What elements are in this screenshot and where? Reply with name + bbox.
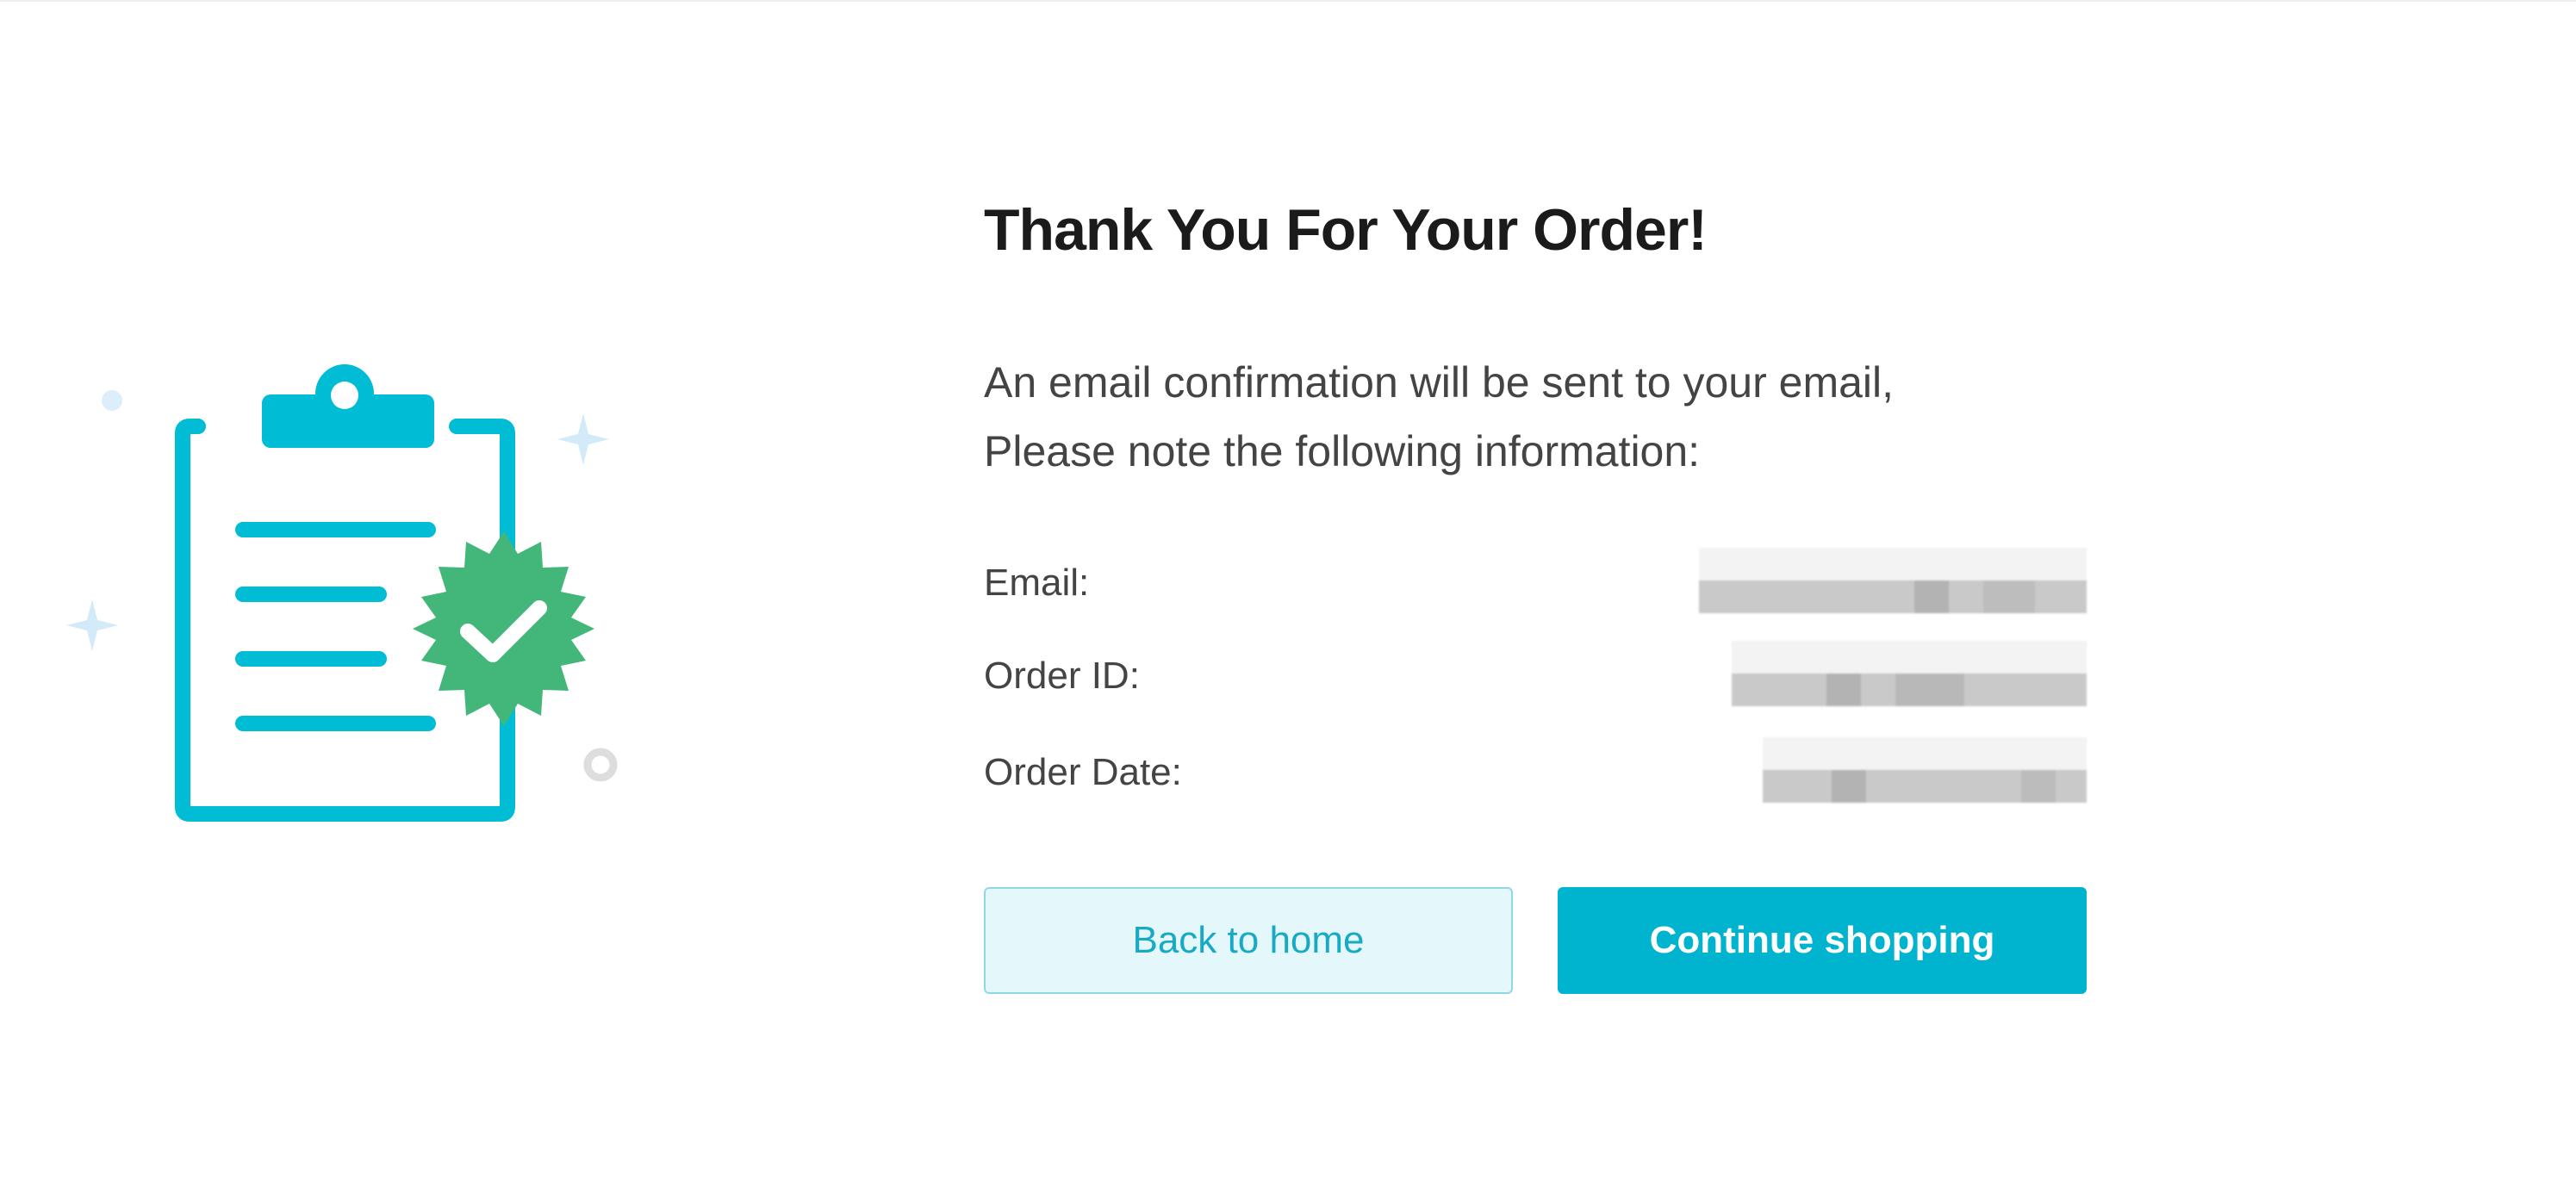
confirmation-message: An email confirmation will be sent to yo… [984, 348, 1894, 486]
order-date-row: Order Date: [984, 737, 2087, 806]
back-to-home-button[interactable]: Back to home [984, 887, 1513, 994]
order-date-value-redacted [1763, 737, 2087, 803]
order-id-value-redacted [1732, 641, 2087, 706]
page-title: Thank You For Your Order! [984, 197, 1708, 263]
email-row: Email: [984, 548, 2087, 617]
order-id-label: Order ID: [984, 655, 1140, 697]
message-line-1: An email confirmation will be sent to yo… [984, 358, 1895, 407]
order-id-row: Order ID: [984, 641, 2087, 710]
verified-badge-icon [413, 531, 594, 726]
email-value-redacted [1699, 548, 2087, 613]
email-label: Email: [984, 562, 1090, 604]
continue-shopping-button[interactable]: Continue shopping [1558, 887, 2087, 994]
order-date-label: Order Date: [984, 751, 1182, 793]
message-line-2: Please note the following information: [984, 427, 1701, 475]
top-divider [0, 0, 2576, 2]
order-confirmed-illustration [66, 364, 618, 822]
